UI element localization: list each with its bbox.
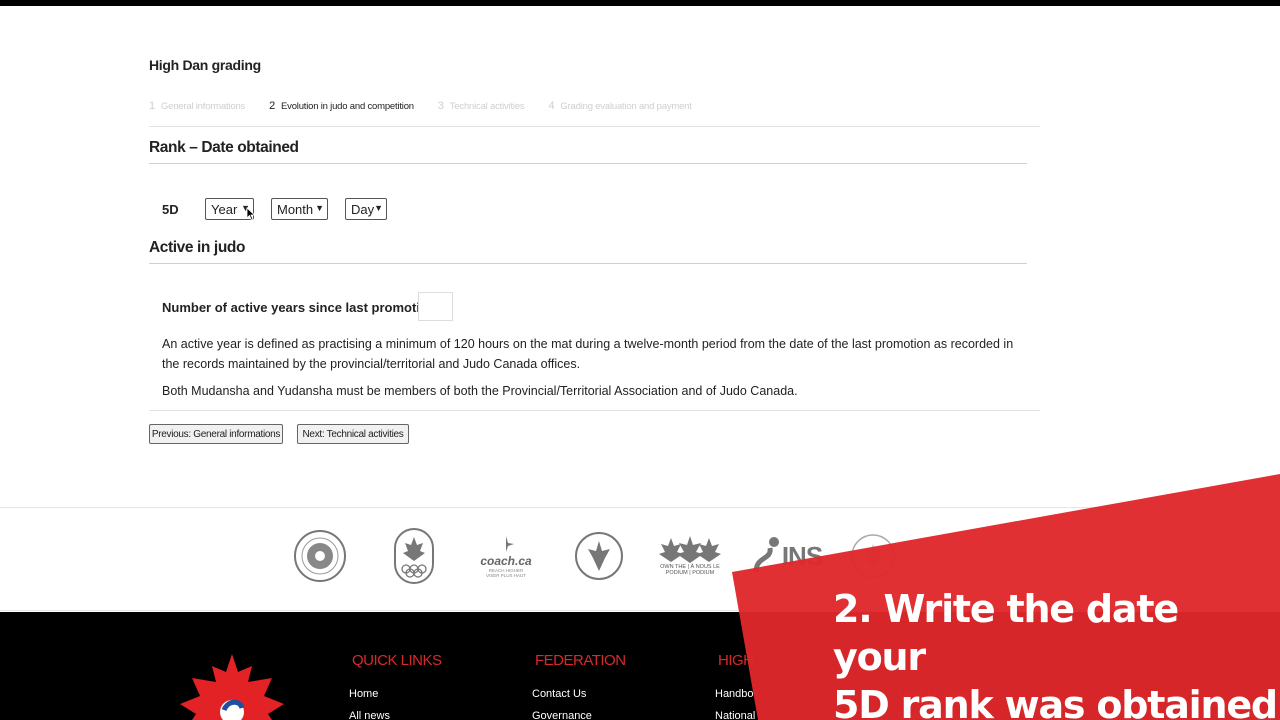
step-2[interactable]: 2 Evolution in judo and competition: [269, 100, 414, 112]
membership-note: Both Mudansha and Yudansha must be membe…: [162, 384, 798, 398]
coach-logo[interactable]: coach.ca REACH HIGHER VISER PLUS HAUT: [476, 528, 536, 584]
step-label: Grading evaluation and payment: [560, 101, 692, 112]
coach-logo-text: coach.ca: [480, 554, 532, 568]
tutorial-banner-line-1: 2. Write the date your: [833, 587, 1179, 679]
judo-canada-logo[interactable]: [172, 652, 292, 720]
coach-logo-tagline: REACH HIGHER VISER PLUS HAUT: [486, 568, 527, 578]
ijf-logo[interactable]: [292, 528, 348, 584]
step-number: 4: [548, 100, 555, 112]
footer-federation-title: FEDERATION: [535, 652, 626, 669]
month-select-value: Month: [277, 201, 314, 217]
step-label: Technical activities: [449, 101, 525, 112]
chevron-down-icon: ▼: [374, 203, 383, 213]
step-number: 2: [269, 100, 276, 112]
step-3[interactable]: 3 Technical activities: [438, 100, 525, 112]
day-select-value: Day: [351, 201, 375, 217]
page-title: High Dan grading: [149, 57, 261, 73]
footer-high-title: HIGH: [718, 652, 754, 669]
olympic-committee-logo[interactable]: [392, 528, 436, 584]
year-select-value: Year: [211, 201, 238, 217]
step-number: 3: [437, 100, 444, 112]
tutorial-banner-text: 2. Write the date your 5D rank was obtai…: [833, 585, 1280, 720]
day-select[interactable]: Day ▼: [345, 198, 387, 220]
active-section-divider: [149, 263, 1027, 264]
active-years-label: Number of active years since last promot…: [162, 300, 436, 315]
rank-section-divider: [149, 163, 1027, 164]
footer-link-all-news[interactable]: All news: [349, 710, 390, 720]
step-number: 1: [149, 100, 155, 112]
step-1[interactable]: 1 General informations: [149, 100, 245, 112]
footer-link-handbook[interactable]: Handbo: [715, 688, 754, 700]
previous-button[interactable]: Previous: General informations: [149, 424, 283, 444]
tutorial-banner-line-2: 5D rank was obtained: [833, 683, 1278, 720]
footer-link-governance[interactable]: Governance: [532, 710, 592, 720]
active-years-input[interactable]: [418, 292, 453, 321]
next-button[interactable]: Next: Technical activities: [297, 424, 409, 444]
ins-logo[interactable]: INS: [744, 528, 830, 584]
top-bar: [0, 0, 1280, 6]
otp-logo-text: OWN THE | À NOUS LE PODIUM | PODIUM: [660, 564, 720, 576]
footer-link-home[interactable]: Home: [349, 688, 378, 700]
rank-label: 5D: [162, 202, 179, 217]
step-label: Evolution in judo and competition: [281, 101, 414, 112]
step-4[interactable]: 4 Grading evaluation and payment: [548, 100, 691, 112]
step-navigation: 1 General informations 2 Evolution in ju…: [149, 100, 692, 112]
step-label: General informations: [160, 101, 246, 112]
footer-link-national[interactable]: National: [715, 710, 755, 720]
chevron-down-icon: ▼: [315, 203, 324, 213]
rank-section-title: Rank – Date obtained: [149, 139, 299, 156]
footer-link-contact-us[interactable]: Contact Us: [532, 688, 586, 700]
commonwealth-games-logo[interactable]: [848, 528, 898, 584]
active-year-definition: An active year is defined as practising …: [162, 337, 1014, 371]
form-divider: [149, 410, 1040, 411]
paralympic-logo[interactable]: [573, 528, 625, 584]
active-section-title: Active in judo: [149, 239, 246, 256]
ins-logo-text: INS: [781, 540, 823, 571]
mouse-cursor-icon: [246, 207, 256, 221]
steps-divider: [149, 126, 1040, 127]
own-the-podium-logo[interactable]: OWN THE | À NOUS LE PODIUM | PODIUM: [655, 528, 725, 584]
footer-quick-links-title: QUICK LINKS: [352, 652, 442, 669]
sponsor-divider-top: [0, 507, 1280, 508]
month-select[interactable]: Month ▼: [271, 198, 328, 220]
